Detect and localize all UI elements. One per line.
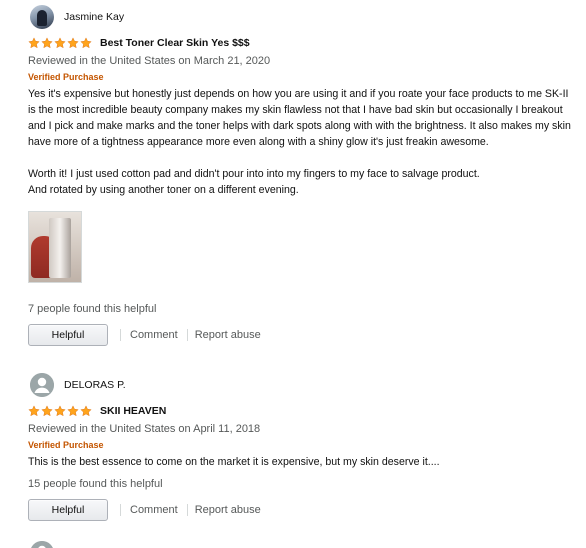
review-card: [28, 540, 576, 548]
review-actions: Helpful Comment Report abuse: [28, 498, 576, 522]
star-icon: [80, 405, 92, 417]
review-body-paragraph: Yes it's expensive but honestly just dep…: [28, 88, 571, 148]
reviews-page: Jasmine Kay Best Toner Clear Skin Yes $$…: [0, 0, 586, 548]
verified-purchase-badge[interactable]: Verified Purchase: [28, 438, 576, 452]
comment-link[interactable]: Comment: [130, 329, 178, 341]
helpful-count: 15 people found this helpful: [28, 478, 163, 490]
star-icon: [28, 405, 40, 417]
star-icon: [67, 405, 79, 417]
review-title-row: Best Toner Clear Skin Yes $$$: [28, 34, 576, 52]
star-icon: [67, 37, 79, 49]
star-rating[interactable]: [28, 405, 92, 417]
review-title[interactable]: SKII HEAVEN: [100, 405, 166, 417]
star-icon: [54, 405, 66, 417]
image-detail: [49, 218, 71, 278]
reviewer-profile[interactable]: [30, 540, 576, 548]
review-image-thumbnail[interactable]: [28, 211, 82, 283]
comment-link[interactable]: Comment: [130, 504, 178, 516]
review-title[interactable]: Best Toner Clear Skin Yes $$$: [100, 37, 250, 49]
user-silhouette-icon: [31, 541, 53, 548]
helpful-count: 7 people found this helpful: [28, 303, 157, 315]
divider: [186, 504, 188, 516]
review-date: Reviewed in the United States on March 2…: [28, 55, 271, 67]
avatar[interactable]: [30, 541, 54, 548]
helpful-button[interactable]: Helpful: [28, 499, 108, 521]
divider: [120, 504, 121, 516]
star-icon: [28, 37, 40, 49]
review-actions: Helpful Comment Report abuse: [28, 323, 576, 347]
reviewer-name[interactable]: Jasmine Kay: [64, 11, 124, 23]
review-card: Jasmine Kay Best Toner Clear Skin Yes $$…: [28, 4, 576, 347]
helpful-button[interactable]: Helpful: [28, 324, 108, 346]
report-abuse-link[interactable]: Report abuse: [195, 504, 261, 516]
report-abuse-link[interactable]: Report abuse: [195, 329, 261, 341]
reviewer-profile[interactable]: DELORAS P.: [30, 372, 576, 398]
review-title-row: SKII HEAVEN: [28, 402, 576, 420]
star-icon: [54, 37, 66, 49]
divider: [186, 329, 188, 341]
star-icon: [41, 37, 53, 49]
reviewer-name[interactable]: DELORAS P.: [64, 379, 126, 391]
review-body-paragraph: Worth it! I just used cotton pad and did…: [28, 168, 480, 196]
verified-purchase-badge[interactable]: Verified Purchase: [28, 70, 576, 84]
star-icon: [41, 405, 53, 417]
star-rating[interactable]: [28, 37, 92, 49]
review-date: Reviewed in the United States on April 1…: [28, 423, 261, 435]
divider: [120, 329, 121, 341]
avatar[interactable]: [30, 5, 54, 29]
reviewer-profile[interactable]: Jasmine Kay: [30, 4, 576, 30]
review-body-paragraph: This is the best essence to come on the …: [28, 456, 440, 468]
avatar[interactable]: [30, 373, 54, 397]
review-card: DELORAS P. SKII HEAVEN Reviewed in the U…: [28, 372, 576, 522]
star-icon: [80, 37, 92, 49]
user-silhouette-icon: [30, 373, 54, 397]
